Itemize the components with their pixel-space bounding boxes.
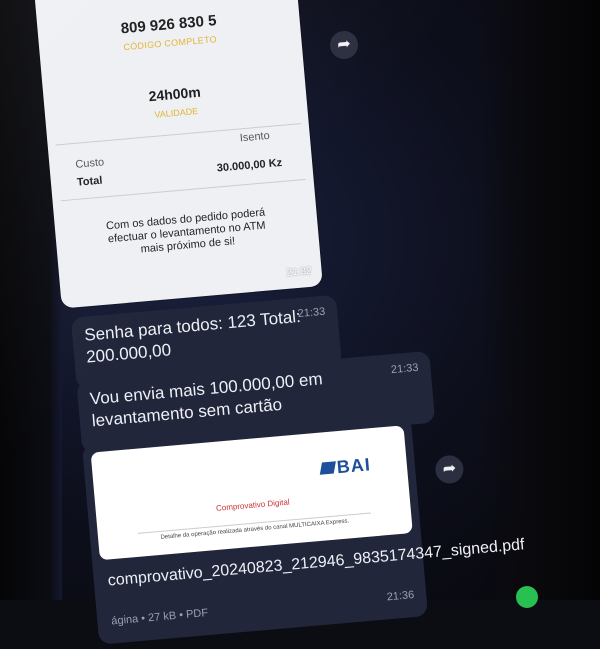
message-time: 21:33 — [390, 361, 419, 377]
message-text: Senha para todos: 123 Total: 200.000,00 — [83, 306, 302, 367]
attachment-file-meta: ágina • 27 kB • PDF — [110, 607, 209, 628]
withdrawal-receipt-bubble[interactable]: 809 926 830 5 CÓDIGO COMPLETO 24h00m VAL… — [34, 0, 323, 309]
message-time: 21:32 — [286, 265, 313, 279]
receipt-cost-value: Isento — [239, 129, 271, 145]
bai-logo-text: BAI — [335, 454, 372, 478]
bai-logo: BAI — [319, 454, 372, 479]
receipt-total-value: 30.000,00 Kz — [216, 156, 283, 175]
receipt-cost-label: Custo — [74, 156, 105, 171]
forward-icon[interactable]: ➦ — [328, 29, 360, 61]
receipt-note: Com os dados do pedido poderá efectuar o… — [105, 206, 267, 256]
forward-icon[interactable]: ➦ — [434, 454, 465, 485]
bai-logo-mark-icon — [319, 461, 336, 475]
pdf-preview[interactable]: BAI Comprovativo Digital Detalhe da oper… — [90, 425, 413, 561]
message-time: 21:33 — [297, 305, 326, 321]
receipt-total-label: Total — [76, 174, 103, 189]
message-time: 21:36 — [386, 589, 415, 604]
pdf-attachment-bubble[interactable]: BAI Comprovativo Digital Detalhe da oper… — [81, 416, 525, 645]
chat-screen: 809 926 830 5 CÓDIGO COMPLETO 24h00m VAL… — [12, 0, 538, 649]
fab-button[interactable] — [516, 586, 538, 608]
